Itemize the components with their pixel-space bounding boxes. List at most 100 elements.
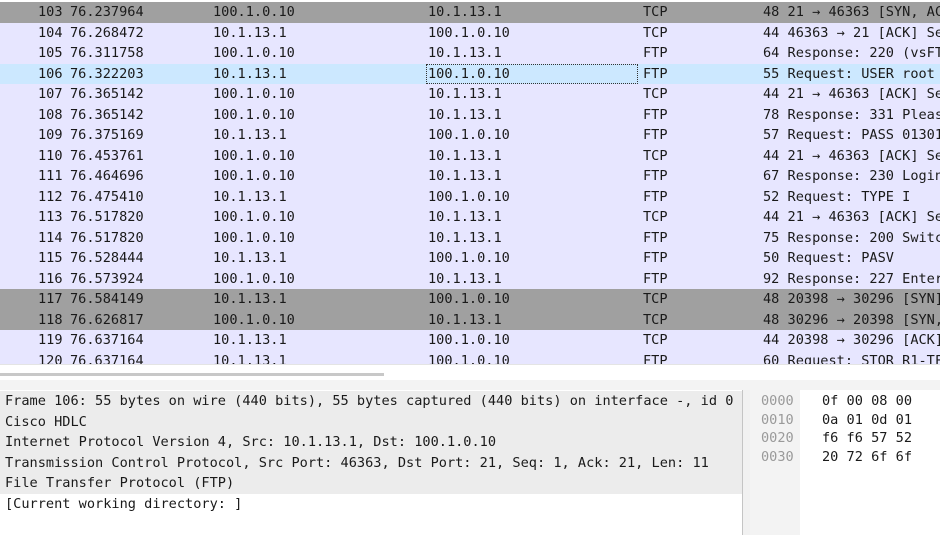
packet-destination: 100.1.0.10 [428,291,510,307]
packet-row[interactable]: 120 76.637164 10.1.13.1 100.1.0.10 FTP 60 Req… [0,350,940,365]
packet-source: 100.1.0.10 [213,147,295,164]
packet-time: 76.322203 [70,65,144,82]
detail-tree-item[interactable]: [Current working directory: ] [0,493,742,514]
packet-row[interactable]: 111 76.464696 100.1.0.10 10.1.13.1 FTP 67 Res… [0,166,940,187]
packet-protocol: TCP [643,86,668,102]
packet-time: 76.637164 [70,352,144,365]
packet-list-horizontal-scrollbar[interactable] [0,364,940,380]
detail-tree-item[interactable]: Cisco HDLC [0,411,742,432]
packet-number: 114 [38,229,63,246]
packet-number: 118 [38,311,63,328]
packet-row[interactable]: 118 76.626817 100.1.0.10 10.1.13.1 TCP 48 302… [0,309,940,330]
packet-source: 10.1.13.1 [213,127,287,143]
packet-number: 112 [38,188,63,205]
packet-source: 100.1.0.10 [213,229,295,246]
packet-source: 100.1.0.10 [213,106,295,123]
packet-protocol: FTP [643,65,668,82]
packet-destination: 100.1.0.10 [428,188,510,205]
packet-protocol: TCP [643,311,668,328]
packet-info: 44 21 → 46363 [ACK] Se [763,86,940,102]
packet-source: 10.1.13.1 [213,332,287,348]
packet-destination: 10.1.13.1 [428,106,502,123]
packet-info: 60 Request: STOR R1-TF [763,352,940,365]
packet-row[interactable]: 116 76.573924 100.1.0.10 10.1.13.1 FTP 92 Res… [0,268,940,289]
packet-row[interactable]: 106 76.322203 10.1.13.1 100.1.0.10 FTP 55 Req… [0,63,940,84]
detail-tree-item[interactable]: Frame 106: 55 bytes on wire (440 bits), … [0,391,742,412]
packet-row[interactable]: 104 76.268472 10.1.13.1 100.1.0.10 TCP 44 463… [0,22,940,43]
packet-protocol: FTP [643,168,668,184]
packet-protocol: FTP [643,250,668,266]
packet-row[interactable]: 103 76.237964 100.1.0.10 10.1.13.1 TCP 48 21 … [0,2,940,23]
scrollbar-thumb[interactable] [0,373,384,376]
packet-source: 10.1.13.1 [213,24,287,41]
packet-destination: 100.1.0.10 [428,24,510,41]
packet-bytes-pane: 0000 0f 00 08 00 0010 0a 01 0d 01 0020 f6 f6 … [750,390,940,535]
bytes-hex[interactable]: 20 72 6f 6f [822,448,912,467]
detail-tree-item[interactable]: Transmission Control Protocol, Src Port:… [0,452,742,473]
pane-vertical-splitter[interactable] [743,390,750,535]
packet-row[interactable]: 108 76.365142 100.1.0.10 10.1.13.1 FTP 78 Res… [0,104,940,125]
bytes-offset: 0020 [761,430,794,446]
packet-time: 76.464696 [70,168,144,184]
packet-row[interactable]: 105 76.311758 100.1.0.10 10.1.13.1 FTP 64 Res… [0,43,940,64]
packet-time: 76.475410 [70,188,144,205]
packet-number: 113 [38,209,63,225]
packet-protocol: FTP [643,270,668,287]
packet-source: 100.1.0.10 [213,270,295,287]
bytes-hex[interactable]: 0a 01 0d 01 [822,411,912,430]
packet-info: 48 20398 → 30296 [SYN] [763,291,940,307]
packet-row[interactable]: 113 76.517820 100.1.0.10 10.1.13.1 TCP 44 21 … [0,207,940,228]
packet-number: 103 [38,4,63,20]
packet-number: 106 [38,65,63,82]
packet-info: 75 Response: 200 Switc [763,229,940,246]
packet-protocol: TCP [643,209,668,225]
packet-source: 10.1.13.1 [213,291,287,307]
packet-row[interactable]: 114 76.517820 100.1.0.10 10.1.13.1 FTP 75 Res… [0,227,940,248]
packet-destination: 10.1.13.1 [428,168,502,184]
packet-time: 76.517820 [70,209,144,225]
detail-tree-item[interactable]: Internet Protocol Version 4, Src: 10.1.1… [0,432,742,453]
packet-protocol: TCP [643,291,668,307]
bytes-hex[interactable]: f6 f6 57 52 [822,429,912,448]
packet-details-pane: Frame 106: 55 bytes on wire (440 bits), … [0,390,743,535]
packet-source: 100.1.0.10 [213,168,295,184]
packet-row[interactable]: 109 76.375169 10.1.13.1 100.1.0.10 FTP 57 Req… [0,125,940,146]
bytes-hex[interactable]: 0f 00 08 00 [822,392,912,411]
packet-source: 100.1.0.10 [213,4,295,20]
packet-destination: 100.1.0.10 [428,127,510,143]
packet-time: 76.365142 [70,106,144,123]
packet-destination: 100.1.0.10 [428,250,510,266]
packet-row[interactable]: 115 76.528444 10.1.13.1 100.1.0.10 FTP 50 Req… [0,248,940,269]
packet-row[interactable]: 107 76.365142 100.1.0.10 10.1.13.1 TCP 44 21 … [0,84,940,105]
packet-source: 10.1.13.1 [213,65,287,82]
packet-number: 116 [38,270,63,287]
packet-row[interactable]: 112 76.475410 10.1.13.1 100.1.0.10 FTP 52 Req… [0,186,940,207]
packet-number: 104 [38,24,63,41]
packet-time: 76.626817 [70,311,144,328]
packet-destination: 100.1.0.10 [426,63,638,84]
packet-protocol: TCP [643,332,668,348]
packet-time: 76.365142 [70,86,144,102]
bytes-offset: 0000 [761,393,794,409]
pane-splitter[interactable] [0,380,940,390]
packet-info: 52 Request: TYPE I [763,188,911,205]
packet-destination: 10.1.13.1 [428,45,502,61]
packet-row[interactable]: 110 76.453761 100.1.0.10 10.1.13.1 TCP 44 21 … [0,145,940,166]
packet-destination: 10.1.13.1 [428,147,502,164]
packet-destination: 10.1.13.1 [428,209,502,225]
packet-time: 76.268472 [70,24,144,41]
packet-number: 119 [38,332,63,348]
packet-source: 10.1.13.1 [213,188,287,205]
packet-row[interactable]: 119 76.637164 10.1.13.1 100.1.0.10 TCP 44 203… [0,330,940,351]
packet-row[interactable]: 117 76.584149 10.1.13.1 100.1.0.10 TCP 48 203… [0,289,940,310]
packet-number: 107 [38,86,63,102]
packet-time: 76.311758 [70,45,144,61]
packet-time: 76.573924 [70,270,144,287]
packet-list: 103 76.237964 100.1.0.10 10.1.13.1 TCP 48 21 … [0,0,940,364]
packet-source: 10.1.13.1 [213,352,287,365]
packet-source: 10.1.13.1 [213,250,287,266]
detail-tree-item[interactable]: File Transfer Protocol (FTP) [0,473,742,494]
packet-source: 100.1.0.10 [213,45,295,61]
packet-number: 110 [38,147,63,164]
packet-protocol: TCP [643,147,668,164]
